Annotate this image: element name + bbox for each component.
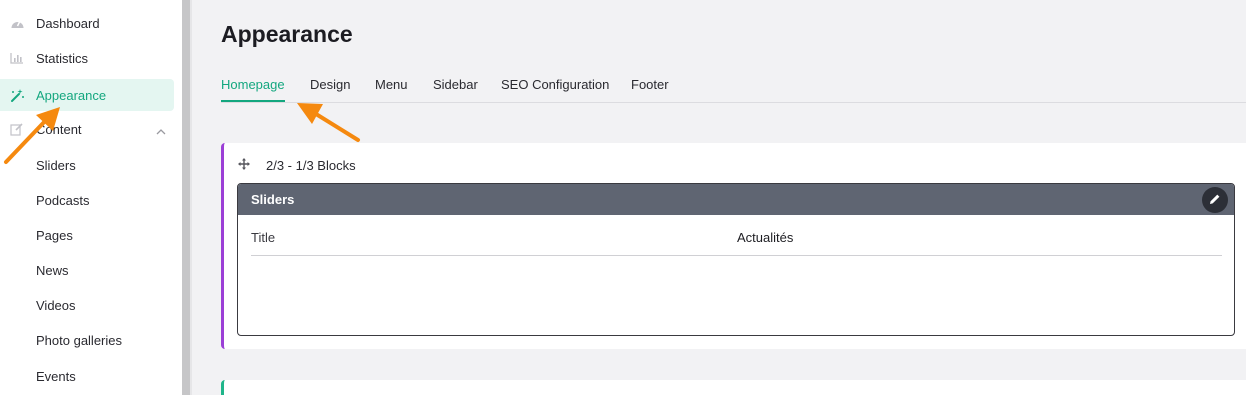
block-header: 2/3 - 1/3 Blocks	[238, 158, 356, 173]
page-title: Appearance	[221, 21, 353, 47]
tab-bar: Homepage Design Menu Sidebar SEO Configu…	[221, 70, 1246, 103]
chevron-up-icon[interactable]	[156, 123, 166, 138]
main-content: Appearance Homepage Design Menu Sidebar …	[194, 0, 1246, 395]
table-row: Title Actualités	[251, 230, 1222, 256]
layout-block-card: 2/3 - 1/3 Blocks Sliders Title Actualité…	[221, 143, 1246, 349]
tab-sidebar[interactable]: Sidebar	[433, 77, 478, 92]
sidebar-item-label: Videos	[36, 297, 76, 313]
tab-seo-configuration[interactable]: SEO Configuration	[501, 77, 609, 92]
edit-button[interactable]	[1202, 187, 1228, 213]
sidebar-item-label: Appearance	[36, 87, 107, 103]
sidebar-item-podcasts[interactable]: Podcasts	[0, 184, 182, 216]
tab-homepage[interactable]: Homepage	[221, 77, 285, 92]
sidebar-item-label: Statistics	[36, 50, 89, 66]
sidebar-item-videos[interactable]: Videos	[0, 289, 182, 321]
sidebar-item-label: Dashboard	[36, 15, 100, 31]
sidebar-item-content[interactable]: Content	[0, 113, 182, 145]
tab-menu[interactable]: Menu	[375, 77, 408, 92]
panel-header: Sliders	[238, 184, 1234, 215]
sliders-panel: Sliders Title Actualités	[237, 183, 1235, 336]
panel-title: Sliders	[251, 192, 295, 207]
active-tab-indicator	[221, 100, 285, 102]
gauge-icon	[9, 15, 25, 31]
sidebar-item-photo-galleries[interactable]: Photo galleries	[0, 324, 182, 356]
sidebar-item-sliders[interactable]: Sliders	[0, 149, 182, 181]
sidebar-item-news[interactable]: News	[0, 254, 182, 286]
app-window: Dashboard Statistics Appearance Content …	[0, 0, 1246, 395]
sidebar-item-dashboard[interactable]: Dashboard	[0, 7, 182, 39]
pencil-icon	[1209, 193, 1221, 208]
row-value: Actualités	[737, 230, 794, 245]
tab-design[interactable]: Design	[310, 77, 350, 92]
sidebar-item-label: Sliders	[36, 157, 76, 173]
sidebar-item-label: News	[36, 262, 69, 278]
block-label: 2/3 - 1/3 Blocks	[266, 158, 356, 173]
sidebar-item-label: Podcasts	[36, 192, 90, 208]
sidebar-scrollbar[interactable]	[182, 0, 192, 395]
tab-footer[interactable]: Footer	[631, 77, 669, 92]
sidebar-item-appearance[interactable]: Appearance	[0, 79, 174, 111]
sidebar-item-label: Events	[36, 368, 76, 384]
sidebar-item-label: Content	[36, 121, 82, 137]
edit-icon	[9, 121, 25, 137]
row-key: Title	[251, 230, 276, 245]
move-icon[interactable]	[238, 158, 250, 173]
sidebar: Dashboard Statistics Appearance Content …	[0, 0, 182, 395]
sidebar-item-label: Pages	[36, 227, 73, 243]
sidebar-item-label: Photo galleries	[36, 332, 122, 348]
sidebar-item-pages[interactable]: Pages	[0, 219, 182, 251]
magic-wand-icon	[9, 87, 25, 103]
sidebar-item-events[interactable]: Events	[0, 360, 182, 392]
bar-chart-icon	[9, 50, 25, 66]
layout-block-card	[221, 380, 1246, 395]
sidebar-item-statistics[interactable]: Statistics	[0, 42, 182, 74]
